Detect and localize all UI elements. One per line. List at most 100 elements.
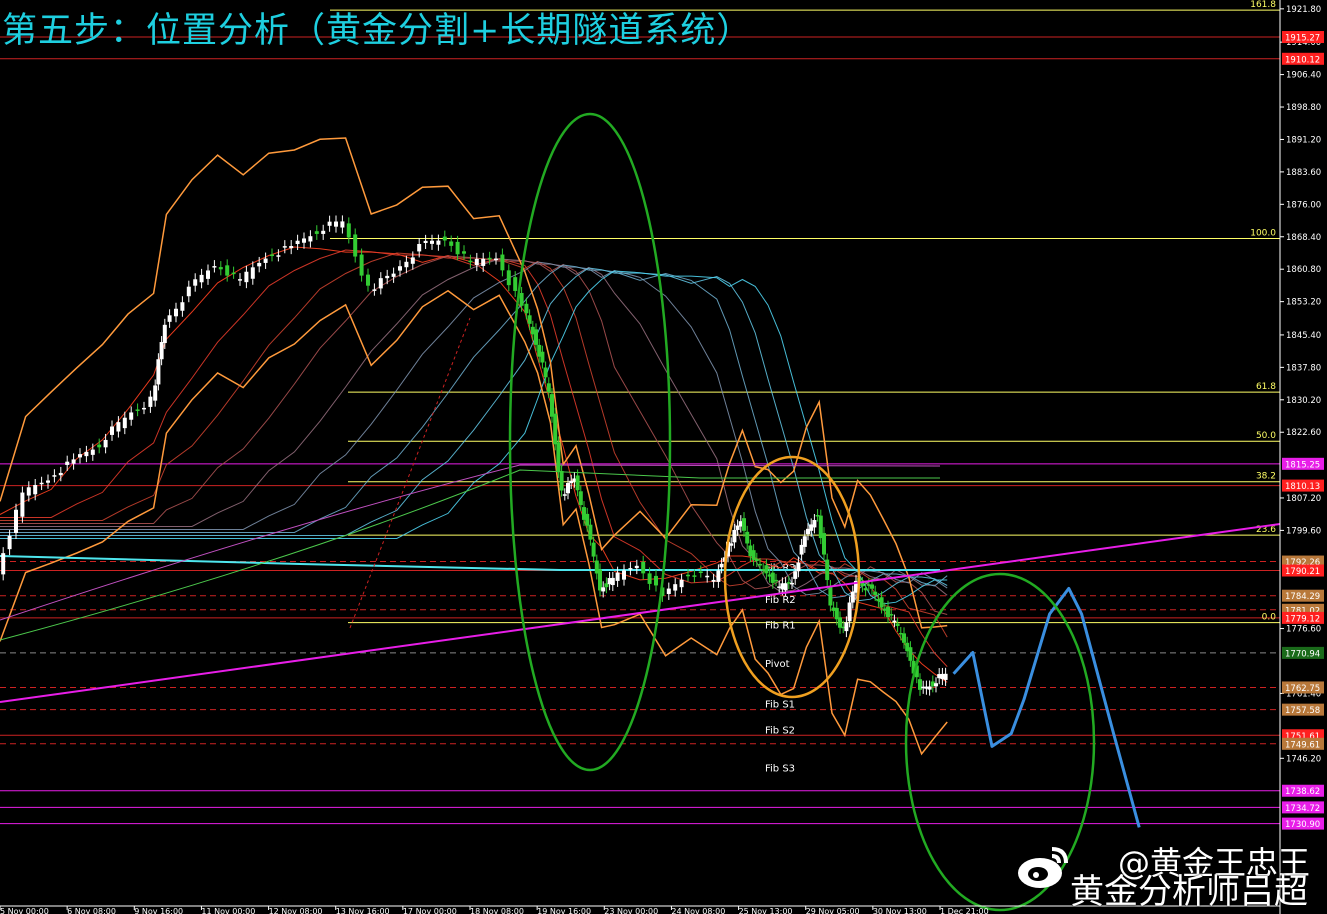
candle-body: [719, 563, 724, 568]
candle-body: [378, 278, 383, 289]
candle-body: [289, 246, 294, 249]
bollinger-lower: [0, 289, 948, 756]
candle-body: [673, 584, 678, 591]
candle-body: [442, 236, 447, 241]
candle-body: [698, 571, 703, 574]
candle-body: [751, 550, 756, 560]
candle-body: [562, 494, 567, 496]
candle-body: [519, 292, 524, 306]
price-tag-label: 1784.29: [1285, 592, 1320, 602]
ma-ribbon-2: [0, 252, 948, 638]
candle-body: [634, 565, 639, 569]
candle-body: [244, 271, 249, 283]
y-tick-label: 1837.80: [1286, 363, 1321, 373]
candle-body: [601, 587, 606, 592]
candle-body: [927, 686, 932, 690]
candle-body: [527, 315, 532, 324]
y-tick-label: 1853.20: [1286, 298, 1321, 308]
price-axis: 1921.801914.001906.401898.801891.201883.…: [1279, 0, 1327, 914]
candle-body: [167, 315, 172, 322]
candle-body: [84, 451, 89, 457]
grid-layer: [0, 36, 1280, 825]
chart-area[interactable]: 161.8 100.0 61.8 50.0 38.2 23.6 0.0 Fib R3 Fib R…: [0, 0, 1327, 914]
candle-body: [153, 385, 158, 401]
x-tick-label: 1 Dec 21:00: [940, 907, 989, 914]
candle-body: [764, 565, 769, 574]
candle-body: [366, 274, 370, 286]
candle-body: [206, 270, 210, 279]
candle-body: [716, 570, 721, 582]
x-tick-label: 18 Nov 08:00: [470, 907, 524, 914]
candle-body: [628, 568, 633, 570]
candle-body: [436, 240, 441, 245]
candle-body: [468, 260, 473, 263]
candle-body: [1, 553, 6, 575]
x-tick-label: 9 Nov 16:00: [134, 907, 183, 914]
y-tick-label: 1906.40: [1286, 71, 1321, 81]
candle-body: [534, 329, 538, 345]
candle-body: [58, 472, 63, 476]
candle-body: [359, 254, 364, 276]
candle-body: [238, 279, 242, 281]
candle-body: [902, 633, 906, 643]
fib-anchor-line: [349, 317, 471, 629]
x-tick-label: 24 Nov 08:00: [671, 907, 725, 914]
weibo-logo-icon: [1018, 847, 1068, 888]
ma-ribbon-8: [0, 270, 948, 605]
candle-body: [540, 351, 545, 363]
watermark-author: 黄金分析师吕超: [1070, 872, 1308, 912]
candle-body: [793, 571, 798, 579]
price-tag-label: 1749.61: [1285, 740, 1320, 750]
fib-label: 50.0: [1256, 431, 1276, 441]
candle-body: [423, 240, 428, 244]
price-tag-label: 1730.90: [1285, 820, 1320, 830]
candle-body: [895, 623, 900, 626]
fib-label: 61.8: [1256, 382, 1276, 392]
candle-body: [553, 413, 558, 445]
candlestick-chart[interactable]: 161.8100.061.850.038.223.60.0Fib R3Fib R…: [0, 0, 1327, 914]
candle-body: [103, 439, 108, 448]
x-tick-label: 11 Nov 00:00: [201, 907, 255, 914]
candle-body: [162, 324, 167, 344]
candle-body: [825, 559, 830, 581]
candle-body: [783, 583, 788, 591]
candle-body: [754, 558, 759, 561]
candle-body: [863, 588, 868, 591]
candle-body: [850, 591, 855, 603]
candle-body: [578, 491, 583, 506]
price-tag-label: 1738.62: [1285, 787, 1320, 797]
candle-body: [193, 279, 198, 286]
candle-body: [598, 569, 602, 591]
long-ma-green: [0, 469, 940, 641]
candle-body: [550, 394, 554, 417]
candle-body: [250, 267, 255, 279]
price-tag-label: 1770.94: [1285, 649, 1320, 659]
candle-body: [500, 254, 505, 271]
pivot-label: Pivot: [765, 659, 790, 670]
y-tick-label: 1876.00: [1286, 200, 1321, 210]
candle-body: [225, 265, 230, 276]
candle-body: [774, 579, 778, 582]
candle-body: [796, 562, 801, 572]
candle-body: [654, 575, 658, 586]
candle-body: [732, 529, 737, 543]
y-tick-label: 1921.80: [1286, 5, 1321, 15]
candle-body: [556, 442, 561, 472]
candle-body: [591, 542, 596, 557]
candle-body: [39, 482, 44, 485]
x-tick-label: 23 Nov 00:00: [604, 907, 658, 914]
x-tick-label: 12 Nov 08:00: [269, 907, 323, 914]
candle-body: [7, 535, 12, 550]
y-tick-label: 1860.80: [1286, 265, 1321, 275]
candle-body: [231, 272, 236, 275]
x-tick-label: 5 Nov 00:00: [0, 907, 49, 914]
fib-label: 100.0: [1250, 228, 1276, 238]
candle-body: [615, 572, 620, 581]
fib-label: 0.0: [1262, 613, 1277, 623]
candle-body: [417, 244, 422, 252]
price-tag-label: 1734.72: [1285, 804, 1320, 814]
candle-body: [546, 383, 551, 393]
candle-body: [334, 221, 338, 227]
x-tick-label: 30 Nov 13:00: [873, 907, 927, 914]
y-tick-label: 1883.60: [1286, 168, 1321, 178]
